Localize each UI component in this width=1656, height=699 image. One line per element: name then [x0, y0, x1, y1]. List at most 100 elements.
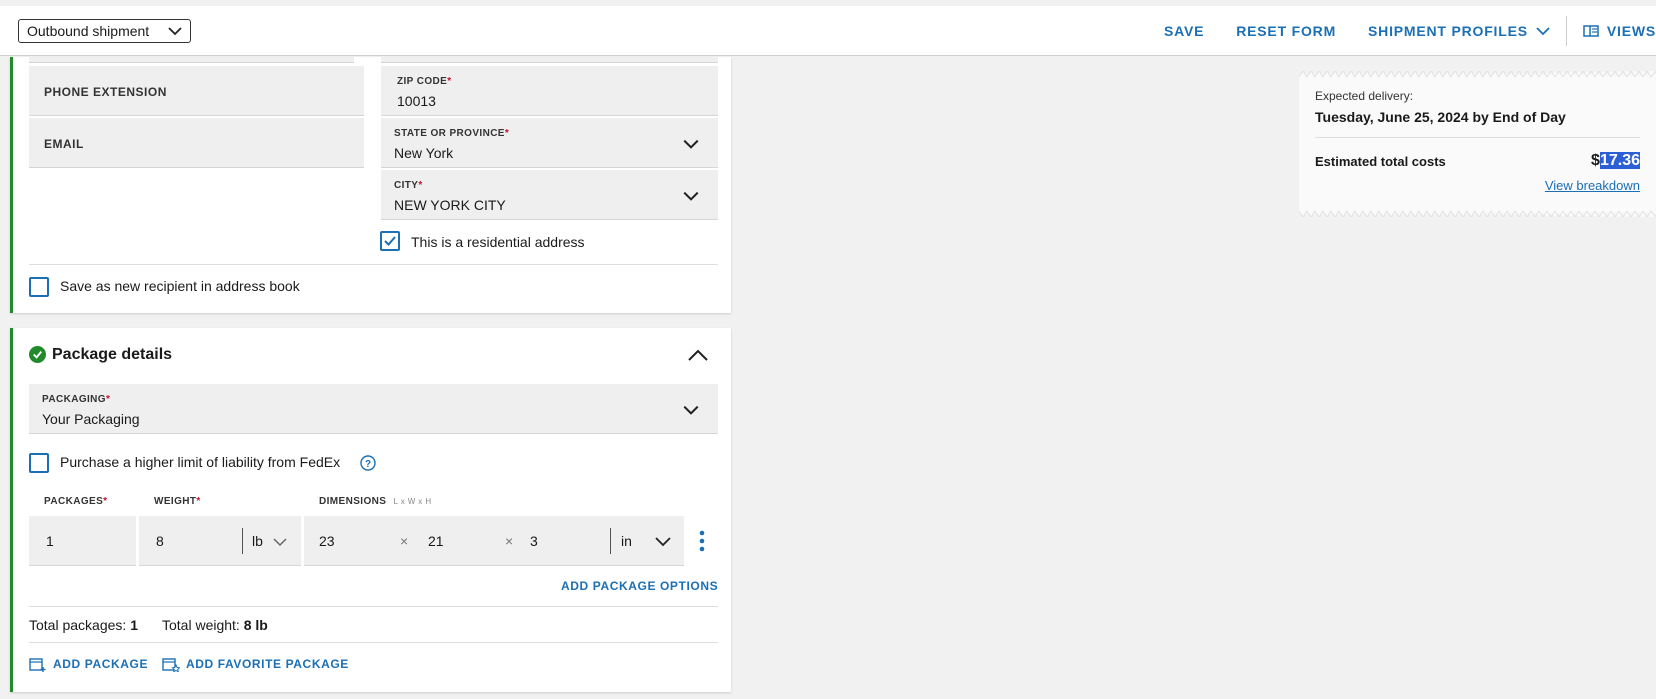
phone-extension-field[interactable]: PHONE EXTENSION [29, 66, 364, 116]
city-label-text: CITY [394, 180, 419, 191]
state-label-text: STATE OR PROVINCE [394, 128, 505, 139]
chevron-down-icon [655, 537, 671, 547]
shipment-profiles-label: SHIPMENT PROFILES [1368, 23, 1528, 39]
city-select[interactable]: CITY* NEW YORK CITY [381, 170, 718, 220]
add-package-options-link[interactable]: ADD PACKAGE OPTIONS [561, 579, 718, 593]
shipment-type-value: Outbound shipment [27, 23, 150, 39]
total-amount: 17.36 [1599, 152, 1640, 169]
total-packages-label: Total packages: [29, 617, 127, 633]
reset-form-label: RESET FORM [1236, 23, 1337, 39]
save-button[interactable]: SAVE [1164, 23, 1204, 39]
zip-code-label-text: ZIP CODE [397, 76, 448, 87]
package-details-title: Package details [52, 346, 173, 363]
dimension-width[interactable]: 21 [428, 533, 444, 549]
packages-input[interactable]: 1 [29, 516, 136, 566]
dimensions-input[interactable]: 23 × 21 × 3 in [304, 516, 684, 566]
city-value: NEW YORK CITY [394, 197, 506, 213]
help-icon[interactable]: ? [360, 455, 376, 471]
expected-delivery-label: Expected delivery: [1315, 89, 1414, 103]
divider [29, 264, 718, 265]
packages-label-text: PACKAGES [44, 496, 104, 507]
dimension-separator: × [400, 533, 409, 549]
views-button[interactable]: VIEWS [1583, 23, 1656, 39]
zip-code-value: 10013 [397, 93, 436, 109]
shipment-type-select[interactable]: Outbound shipment [18, 19, 191, 43]
add-favorite-package-label: ADD FAVORITE PACKAGE [186, 657, 349, 671]
state-label: STATE OR PROVINCE* [394, 128, 510, 139]
divider [1565, 16, 1567, 46]
phone-extension-label: PHONE EXTENSION [44, 85, 167, 99]
weight-unit[interactable]: lb [252, 533, 263, 549]
zip-code-field[interactable]: ZIP CODE* 10013 [381, 66, 718, 116]
total-weight-label: Total weight: [162, 617, 240, 633]
zigzag-edge-bottom [1299, 211, 1656, 217]
residential-label: This is a residential address [411, 234, 585, 250]
package-details-card: Package details PACKAGING* Your Packagin… [10, 328, 731, 692]
divider [29, 606, 718, 607]
state-value: New York [394, 145, 454, 161]
zip-code-label: ZIP CODE* [397, 76, 452, 87]
weight-value: 8 [156, 533, 164, 549]
check-circle-icon [29, 346, 46, 363]
chevron-up-icon[interactable] [687, 348, 709, 362]
weight-input[interactable]: 8 lb [139, 516, 301, 566]
packaging-value: Your Packaging [42, 411, 140, 427]
total-packages: Total packages: 1 [29, 617, 138, 633]
save-label: SAVE [1163, 23, 1205, 39]
shipment-summary-card: Expected delivery: Tuesday, June 25, 202… [1299, 71, 1656, 217]
email-field[interactable]: EMAIL [29, 118, 364, 168]
residential-checkbox[interactable] [380, 231, 400, 251]
checkmark-icon [384, 236, 396, 246]
recipient-card: PHONE EXTENSION EMAIL ZIP CODE* 10013 ST… [10, 57, 731, 313]
packages-value: 1 [46, 533, 54, 549]
currency-symbol: $ [1591, 152, 1600, 169]
more-options-icon[interactable] [699, 530, 705, 552]
liability-checkbox[interactable] [29, 453, 49, 473]
chevron-down-icon [683, 405, 699, 415]
email-label: EMAIL [44, 137, 84, 151]
add-package-label: ADD PACKAGE [53, 657, 149, 671]
shipment-profiles-button[interactable]: SHIPMENT PROFILES [1368, 23, 1550, 39]
city-label: CITY* [394, 180, 423, 191]
weight-label-text: WEIGHT [154, 496, 197, 507]
dimension-height[interactable]: 3 [530, 533, 538, 549]
chevron-down-icon [1536, 27, 1550, 36]
top-nav: SAVE RESET FORM SHIPMENT PROFILES VIEWS [1132, 6, 1656, 56]
estimated-total-label: Estimated total costs [1315, 154, 1446, 169]
chevron-down-icon [168, 27, 182, 36]
chevron-down-icon [683, 191, 699, 201]
packaging-label: PACKAGING* [42, 394, 111, 405]
add-package-icon [29, 658, 46, 672]
chevron-down-icon [273, 538, 287, 547]
divider [1315, 137, 1640, 138]
dimensions-label: DIMENSIONS L x W x H [319, 496, 432, 507]
view-breakdown-link[interactable]: View breakdown [1545, 178, 1640, 193]
state-select[interactable]: STATE OR PROVINCE* New York [381, 118, 718, 168]
views-icon [1583, 25, 1599, 37]
divider [242, 528, 243, 554]
weight-label: WEIGHT* [154, 496, 201, 507]
packages-label: PACKAGES* [44, 496, 108, 507]
chevron-down-icon [683, 139, 699, 149]
total-packages-value: 1 [130, 617, 138, 633]
estimated-total-value: $17.36 [1591, 152, 1640, 170]
save-recipient-label: Save as new recipient in address book [60, 278, 300, 294]
save-recipient-checkbox[interactable] [29, 277, 49, 297]
zigzag-edge-top [1299, 71, 1656, 77]
field-edge [29, 57, 354, 63]
liability-label: Purchase a higher limit of liability fro… [60, 454, 341, 470]
top-toolbar: Outbound shipment SAVE RESET FORM SHIPME… [0, 6, 1656, 56]
dimensions-label-text: DIMENSIONS [319, 496, 387, 507]
packaging-select[interactable]: PACKAGING* Your Packaging [29, 384, 718, 434]
add-package-button[interactable]: ADD PACKAGE [29, 656, 148, 672]
packaging-label-text: PACKAGING [42, 394, 106, 405]
divider [29, 642, 718, 643]
svg-text:?: ? [365, 459, 371, 470]
dimension-length[interactable]: 23 [319, 533, 335, 549]
total-weight-value: 8 lb [243, 617, 268, 633]
favorite-package-icon [162, 658, 180, 672]
add-favorite-package-button[interactable]: ADD FAVORITE PACKAGE [162, 656, 349, 672]
total-weight: Total weight: 8 lb [162, 617, 268, 633]
reset-form-button[interactable]: RESET FORM [1236, 23, 1336, 39]
dimension-unit[interactable]: in [621, 533, 632, 549]
